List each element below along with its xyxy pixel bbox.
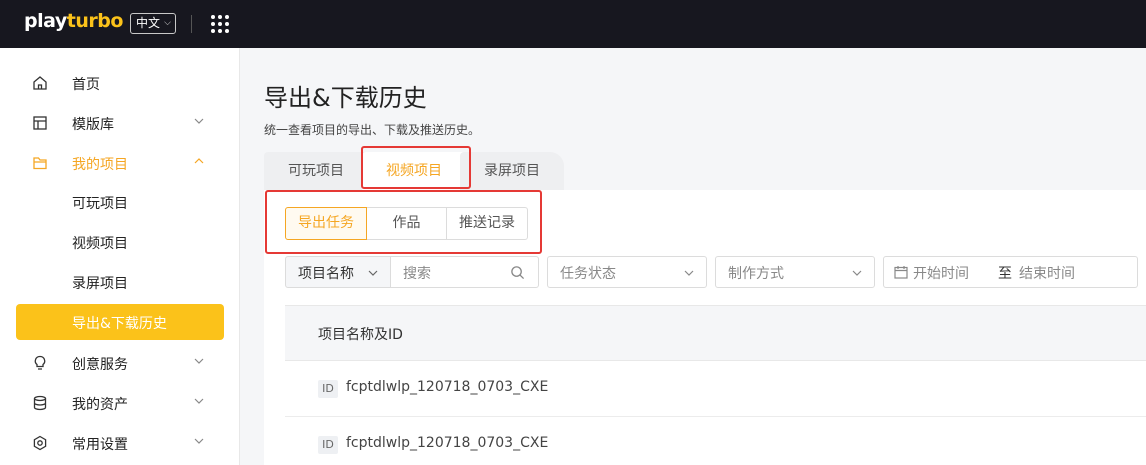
divider [191, 15, 192, 33]
sidebar-item-my-projects[interactable]: 我的项目 [16, 145, 224, 181]
segment-label: 导出任务 [298, 215, 354, 231]
language-select[interactable]: 中文 ⌵ [130, 13, 176, 34]
chevron-down-icon [194, 438, 204, 444]
sidebar-item-playable-projects[interactable]: 可玩项目 [16, 184, 224, 220]
sidebar-item-label: 常用设置 [72, 437, 128, 453]
page-title: 导出&下载历史 [264, 84, 427, 112]
sidebar-item-label: 模版库 [72, 117, 114, 133]
date-range-separator: 至 [998, 266, 1012, 282]
project-name: fcptdlwlp_120718_0703_CXE [346, 379, 549, 395]
page-description: 统一查看项目的导出、下载及推送历史。 [264, 123, 481, 137]
sidebar-item-templates[interactable]: 模版库 [16, 105, 224, 141]
date-range-picker[interactable]: 开始时间 至 结束时间 [883, 256, 1138, 288]
search-placeholder: 搜索 [403, 266, 431, 282]
chevron-down-icon [368, 270, 378, 276]
calendar-icon [894, 266, 908, 279]
top-bar: playturbo 中文 ⌵ [0, 0, 1146, 48]
home-icon [33, 76, 47, 90]
segment-label: 作品 [392, 215, 421, 231]
end-date-placeholder: 结束时间 [1019, 266, 1075, 282]
project-name: fcptdlwlp_120718_0703_CXE [346, 435, 549, 451]
settings-icon [33, 435, 47, 451]
tab-playable-projects[interactable]: 可玩项目 [264, 152, 368, 190]
chevron-down-icon [194, 358, 204, 364]
tab-recording-projects[interactable]: 录屏项目 [460, 152, 564, 190]
tab-label: 视频项目 [386, 163, 442, 179]
production-method-select[interactable]: 制作方式 [715, 256, 875, 288]
segment-works[interactable]: 作品 [366, 207, 447, 240]
id-tag: ID [318, 380, 338, 398]
chevron-down-icon [684, 270, 694, 276]
chevron-up-icon [194, 158, 204, 164]
bulb-icon [34, 355, 46, 370]
tab-label: 可玩项目 [288, 163, 344, 179]
chevron-down-icon [194, 118, 204, 124]
chevron-down-icon [194, 398, 204, 404]
tab-label: 录屏项目 [484, 163, 540, 179]
search-field-label: 项目名称 [298, 266, 354, 282]
search-input[interactable]: 搜索 [390, 256, 539, 288]
segmented-control: 导出任务 作品 推送记录 [285, 207, 528, 240]
id-tag: ID [318, 436, 338, 454]
sidebar-item-creative-services[interactable]: 创意服务 [16, 345, 224, 381]
sidebar-item-label: 视频项目 [72, 236, 128, 252]
sidebar-item-label: 创意服务 [72, 357, 128, 373]
task-status-select[interactable]: 任务状态 [547, 256, 707, 288]
table-header: 项目名称及ID [285, 305, 1146, 361]
sidebar-item-home[interactable]: 首页 [16, 65, 224, 101]
column-header-project-name-id: 项目名称及ID [318, 327, 403, 343]
sidebar-item-recording-projects[interactable]: 录屏项目 [16, 264, 224, 300]
sidebar-item-label: 我的资产 [72, 397, 128, 413]
sidebar-item-export-history[interactable]: 导出&下载历史 [16, 304, 224, 340]
sidebar-item-video-projects[interactable]: 视频项目 [16, 224, 224, 260]
sidebar-item-label: 首页 [72, 77, 100, 93]
language-label: 中文 [136, 16, 161, 30]
template-icon [33, 116, 47, 130]
logo-accent-text: turbo [66, 10, 124, 32]
sidebar-item-my-assets[interactable]: 我的资产 [16, 385, 224, 421]
sidebar-item-label: 可玩项目 [72, 196, 128, 212]
sidebar-item-label: 录屏项目 [72, 276, 128, 292]
chevron-down-icon: ⌵ [164, 18, 171, 28]
segment-export-tasks[interactable]: 导出任务 [285, 207, 367, 240]
segment-push-records[interactable]: 推送记录 [446, 207, 528, 240]
search-icon[interactable] [510, 265, 525, 280]
start-date-placeholder: 开始时间 [913, 266, 969, 282]
search-field-select[interactable]: 项目名称 [285, 256, 391, 288]
playturbo-logo[interactable]: playturbo [24, 10, 123, 32]
task-status-placeholder: 任务状态 [560, 266, 616, 282]
chevron-down-icon [852, 270, 862, 276]
sidebar-item-settings[interactable]: 常用设置 [16, 425, 224, 461]
table-row[interactable]: ID fcptdlwlp_120718_0703_CXE [285, 417, 1146, 465]
segment-label: 推送记录 [459, 215, 515, 231]
sidebar-item-label: 导出&下载历史 [72, 316, 167, 332]
database-icon [33, 395, 47, 411]
sidebar-item-label: 我的项目 [72, 157, 128, 173]
folder-icon [33, 157, 47, 170]
tab-video-projects[interactable]: 视频项目 [362, 152, 466, 190]
grid-icon[interactable] [211, 15, 229, 33]
table-row[interactable]: ID fcptdlwlp_120718_0703_CXE [285, 361, 1146, 417]
logo-text: play [24, 10, 67, 32]
production-method-placeholder: 制作方式 [728, 266, 784, 282]
